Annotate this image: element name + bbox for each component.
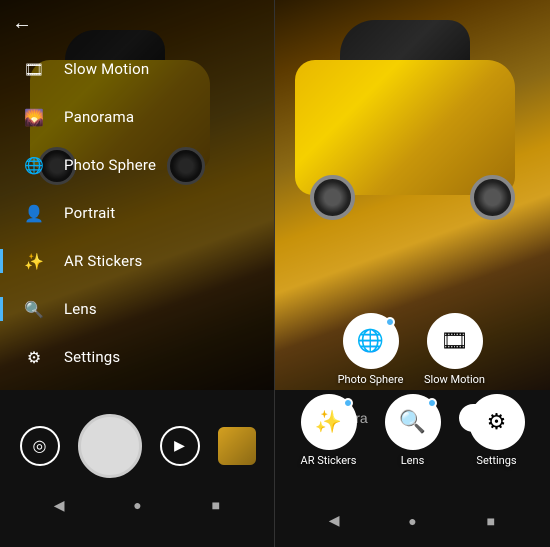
- more-row-2: ✨ AR Stickers 🔍 Lens ⚙ Settings: [285, 394, 540, 467]
- nav-recents-button-right[interactable]: ■: [481, 511, 501, 531]
- more-row-1: 🌐 Photo Sphere 🎞 Slow Motion: [285, 313, 540, 386]
- video-mode-button[interactable]: ▶: [160, 426, 200, 466]
- ar-stickers-circle: ✨: [301, 394, 357, 450]
- photo-sphere-dot: [385, 317, 395, 327]
- car-image-right: [290, 20, 535, 220]
- settings-circle: ⚙: [469, 394, 525, 450]
- lens-icon: 🔍: [20, 295, 48, 323]
- settings-label: Settings: [64, 348, 120, 366]
- slow-motion-label: Slow Motion: [64, 60, 149, 78]
- photo-sphere-icon-right: 🌐: [357, 329, 384, 354]
- left-panel: ← 🎞 Slow Motion 🌄 Panorama 🌐 Photo Spher…: [0, 0, 275, 547]
- camera-mode-menu: 🎞 Slow Motion 🌄 Panorama 🌐 Photo Sphere …: [0, 45, 274, 381]
- slow-motion-icon: 🎞: [20, 55, 48, 83]
- photo-sphere-circle: 🌐: [343, 313, 399, 369]
- menu-item-settings[interactable]: ⚙ Settings: [0, 333, 274, 381]
- ar-stickers-label: AR Stickers: [64, 252, 143, 270]
- portrait-label: Portrait: [64, 204, 115, 222]
- slow-motion-icon-right: 🎞: [441, 329, 469, 354]
- lens-dot: [427, 398, 437, 408]
- nav-recents-button[interactable]: ■: [206, 496, 226, 516]
- photo-sphere-icon: 🌐: [20, 151, 48, 179]
- more-item-ar-stickers[interactable]: ✨ AR Stickers: [293, 394, 365, 467]
- nav-back-button-right[interactable]: ◀: [324, 511, 344, 531]
- nav-bar-left: ◀ ● ■: [0, 488, 275, 524]
- more-item-photo-sphere[interactable]: 🌐 Photo Sphere: [335, 313, 407, 386]
- menu-item-photo-sphere[interactable]: 🌐 Photo Sphere: [0, 141, 274, 189]
- camera-controls: ◎ ▶: [20, 414, 256, 478]
- ar-stickers-dot: [343, 398, 353, 408]
- settings-icon: ⚙: [20, 343, 48, 371]
- panorama-label: Panorama: [64, 108, 134, 126]
- settings-icon-right: ⚙: [487, 410, 507, 435]
- ar-stickers-label-right: AR Stickers: [301, 454, 357, 467]
- nav-bar-right: ◀ ● ■: [275, 503, 550, 539]
- bottom-bar-left: ◎ ▶ ◀ ● ■: [0, 390, 275, 547]
- more-item-slow-motion[interactable]: 🎞 Slow Motion: [419, 313, 491, 386]
- nav-recents-icon: ■: [212, 497, 220, 514]
- slow-motion-label-right: Slow Motion: [424, 373, 485, 386]
- photo-sphere-label: Photo Sphere: [64, 156, 156, 174]
- settings-label-right: Settings: [476, 454, 516, 467]
- nav-home-icon-right: ●: [408, 513, 416, 530]
- nav-home-button[interactable]: ●: [127, 496, 147, 516]
- nav-back-icon: ◀: [54, 498, 65, 514]
- camera-mode-button[interactable]: ◎: [20, 426, 60, 466]
- right-panel: 🌐 Photo Sphere 🎞 Slow Motion ✨ AR Sticke…: [275, 0, 550, 547]
- lens-icon-right: 🔍: [399, 410, 426, 435]
- nav-back-button[interactable]: ◀: [49, 496, 69, 516]
- menu-item-ar-stickers[interactable]: ✨ AR Stickers: [0, 237, 274, 285]
- lens-label-right: Lens: [401, 454, 425, 467]
- back-button[interactable]: ←: [12, 10, 32, 35]
- more-item-lens[interactable]: 🔍 Lens: [377, 394, 449, 467]
- portrait-icon: 👤: [20, 199, 48, 227]
- more-modes-grid: 🌐 Photo Sphere 🎞 Slow Motion ✨ AR Sticke…: [275, 303, 550, 467]
- gallery-thumbnail[interactable]: [218, 427, 256, 465]
- menu-item-panorama[interactable]: 🌄 Panorama: [0, 93, 274, 141]
- nav-recents-icon-right: ■: [487, 513, 495, 530]
- ar-stickers-icon: ✨: [20, 247, 48, 275]
- lens-circle: 🔍: [385, 394, 441, 450]
- menu-item-lens[interactable]: 🔍 Lens: [0, 285, 274, 333]
- lens-label: Lens: [64, 300, 97, 318]
- panorama-icon: 🌄: [20, 103, 48, 131]
- photo-sphere-label-right: Photo Sphere: [338, 373, 404, 386]
- slow-motion-circle: 🎞: [427, 313, 483, 369]
- nav-back-icon-right: ◀: [329, 513, 340, 529]
- nav-home-button-right[interactable]: ●: [402, 511, 422, 531]
- shutter-button[interactable]: [78, 414, 142, 478]
- menu-item-slow-motion[interactable]: 🎞 Slow Motion: [0, 45, 274, 93]
- video-icon: ▶: [174, 438, 185, 454]
- more-item-settings[interactable]: ⚙ Settings: [461, 394, 533, 467]
- nav-home-icon: ●: [133, 497, 141, 514]
- ar-stickers-icon-right: ✨: [315, 410, 342, 435]
- menu-item-portrait[interactable]: 👤 Portrait: [0, 189, 274, 237]
- camera-mode-icon: ◎: [33, 436, 47, 455]
- back-icon: ←: [12, 10, 32, 34]
